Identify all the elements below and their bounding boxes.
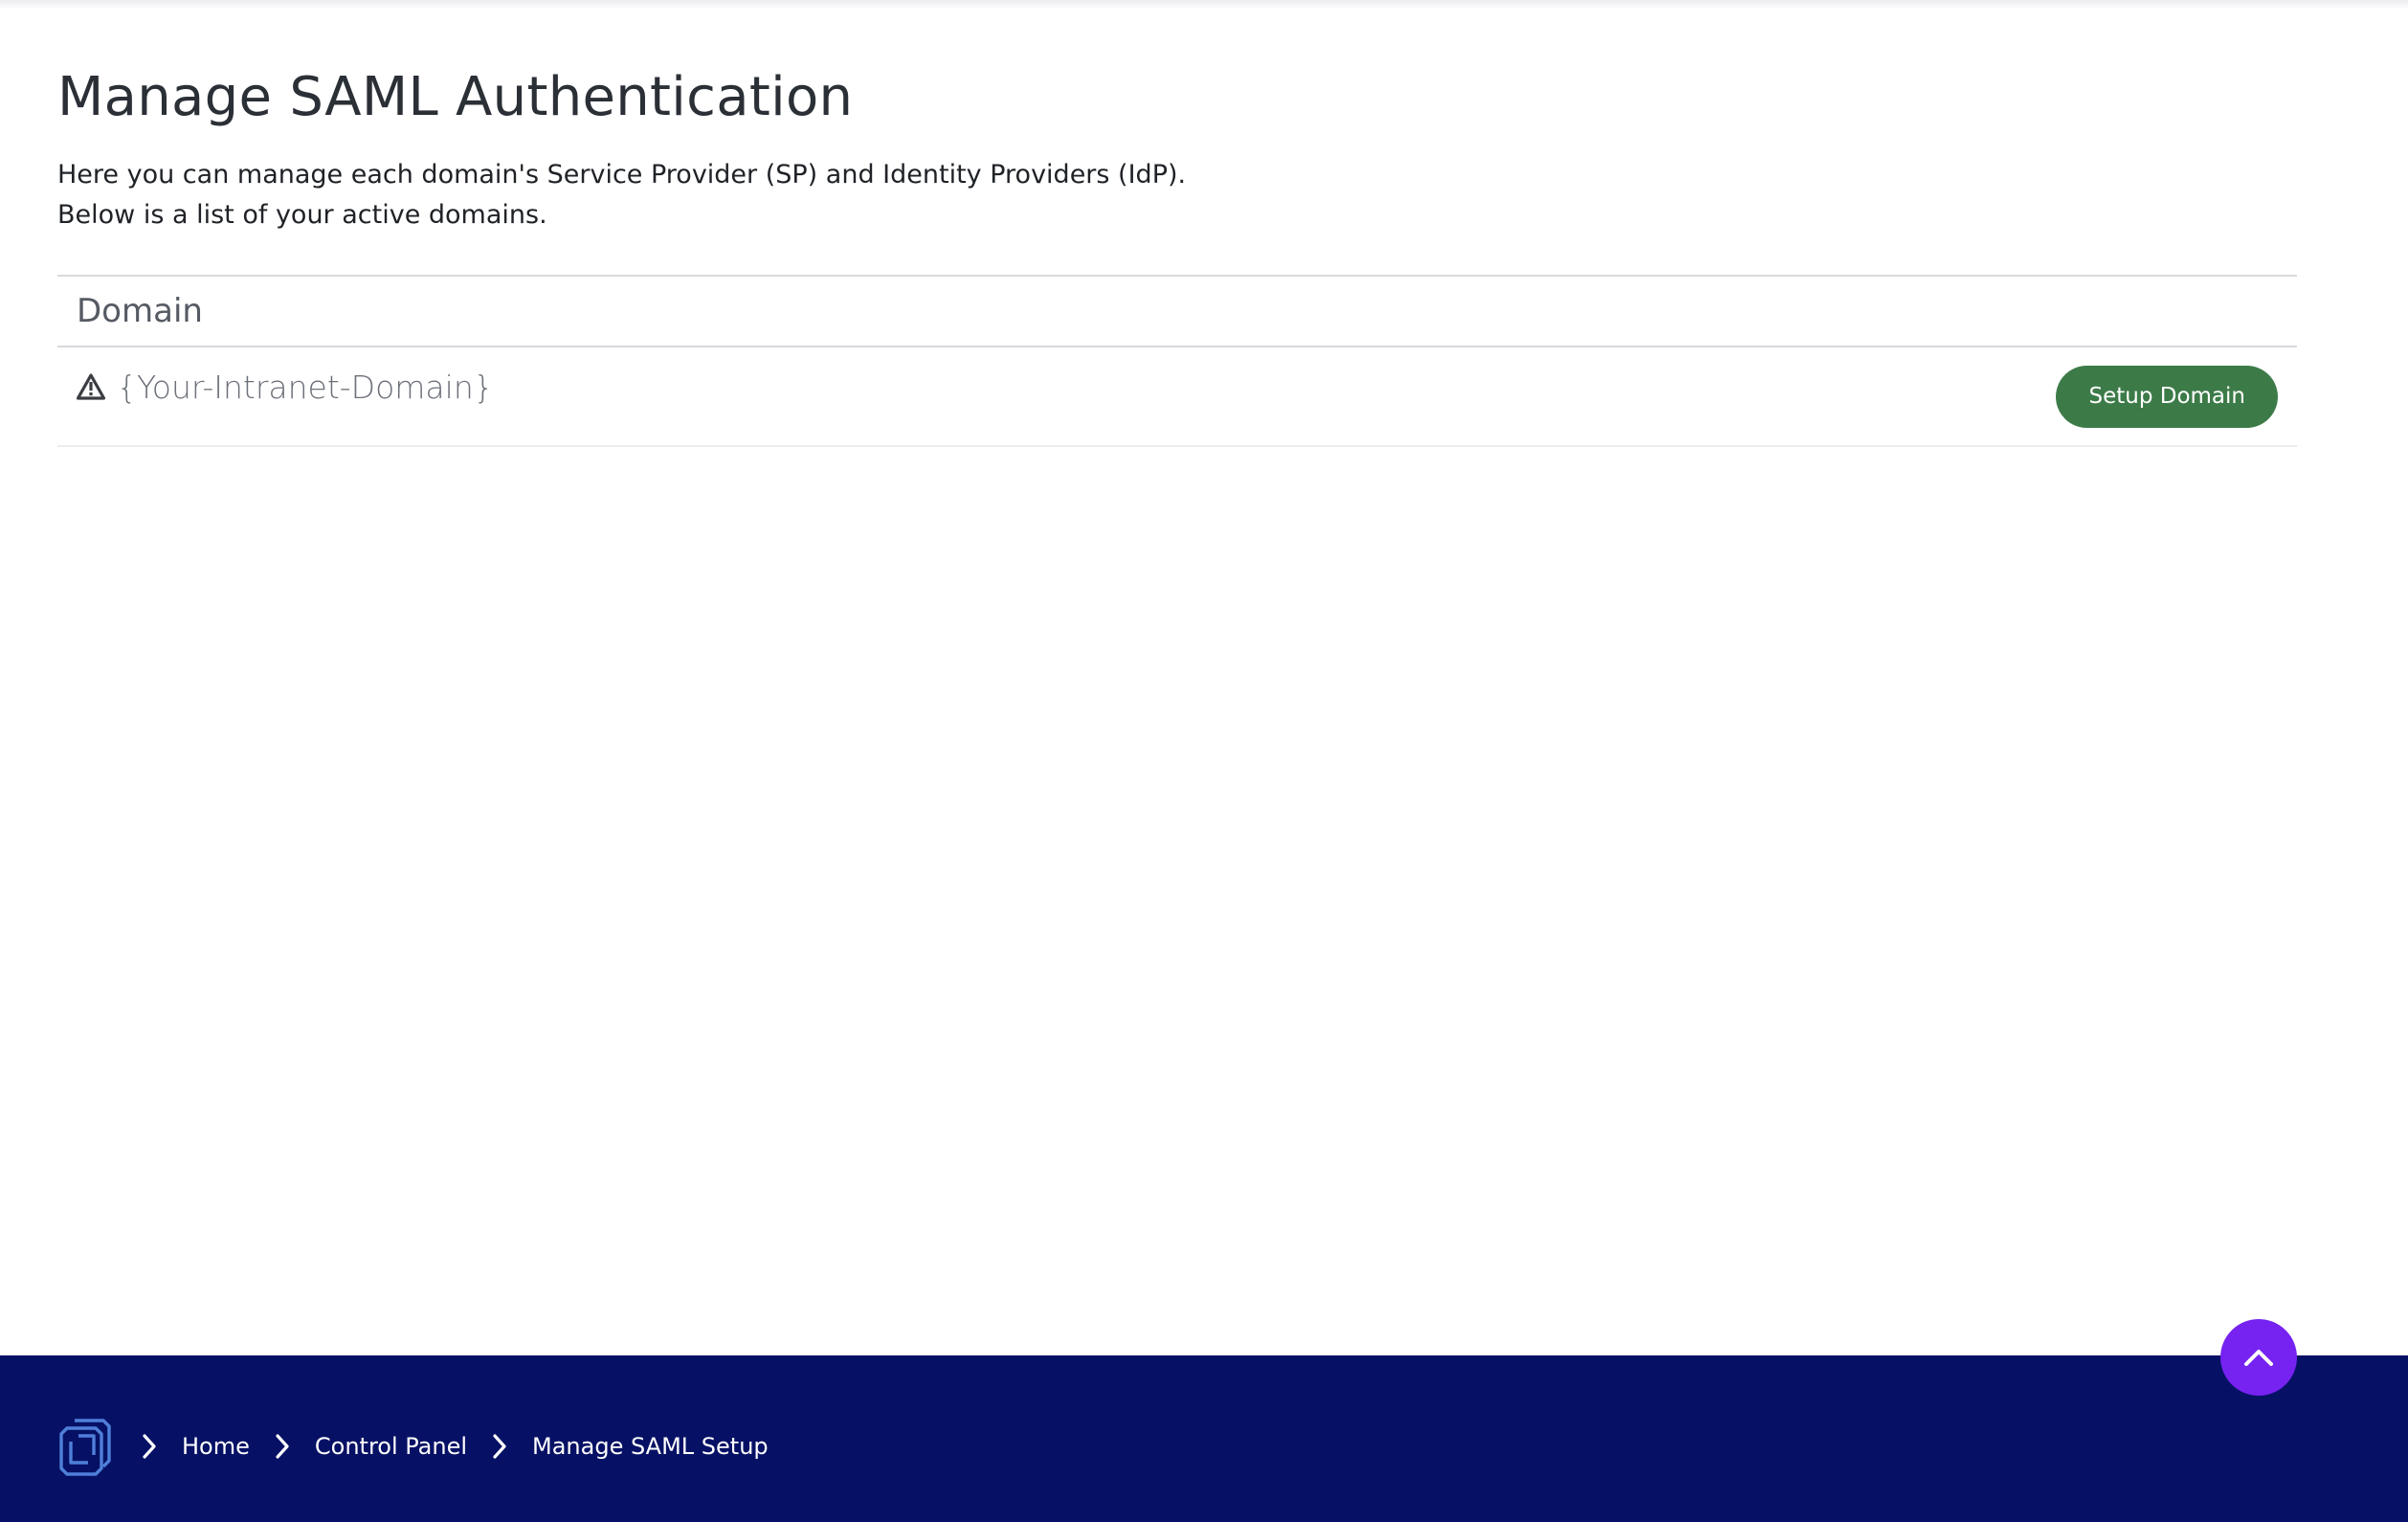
table-header: Domain — [57, 275, 2297, 347]
chevron-right-icon — [140, 1432, 159, 1461]
domain-name: {Your-Intranet-Domain} — [117, 368, 494, 406]
layered-logo-icon[interactable] — [56, 1415, 113, 1478]
scroll-to-top-button[interactable] — [2220, 1319, 2297, 1396]
domain-cell: {Your-Intranet-Domain} — [76, 368, 494, 406]
breadcrumb-home[interactable]: Home — [182, 1433, 250, 1460]
page-description: Here you can manage each domain's Servic… — [57, 155, 1186, 235]
intro-line-1: Here you can manage each domain's Servic… — [57, 160, 1187, 190]
chevron-right-icon — [490, 1432, 509, 1461]
breadcrumb-manage-saml-setup[interactable]: Manage SAML Setup — [532, 1433, 769, 1460]
chevron-up-icon — [2242, 1347, 2275, 1368]
warning-icon — [76, 373, 106, 400]
chevron-right-icon — [273, 1432, 292, 1461]
breadcrumb-control-panel[interactable]: Control Panel — [315, 1433, 467, 1460]
column-header-domain: Domain — [77, 292, 203, 330]
table-row: {Your-Intranet-Domain} Setup Domain — [57, 347, 2297, 447]
setup-domain-button[interactable]: Setup Domain — [2056, 365, 2278, 428]
page-title: Manage SAML Authentication — [57, 66, 854, 128]
top-shadow — [0, 0, 2408, 10]
intro-line-2: Below is a list of your active domains. — [57, 200, 547, 230]
domain-table: Domain {Your-Intranet-Domain} Setup Doma… — [57, 275, 2297, 447]
breadcrumb: Home Control Panel Manage SAML Setup — [56, 1415, 792, 1478]
